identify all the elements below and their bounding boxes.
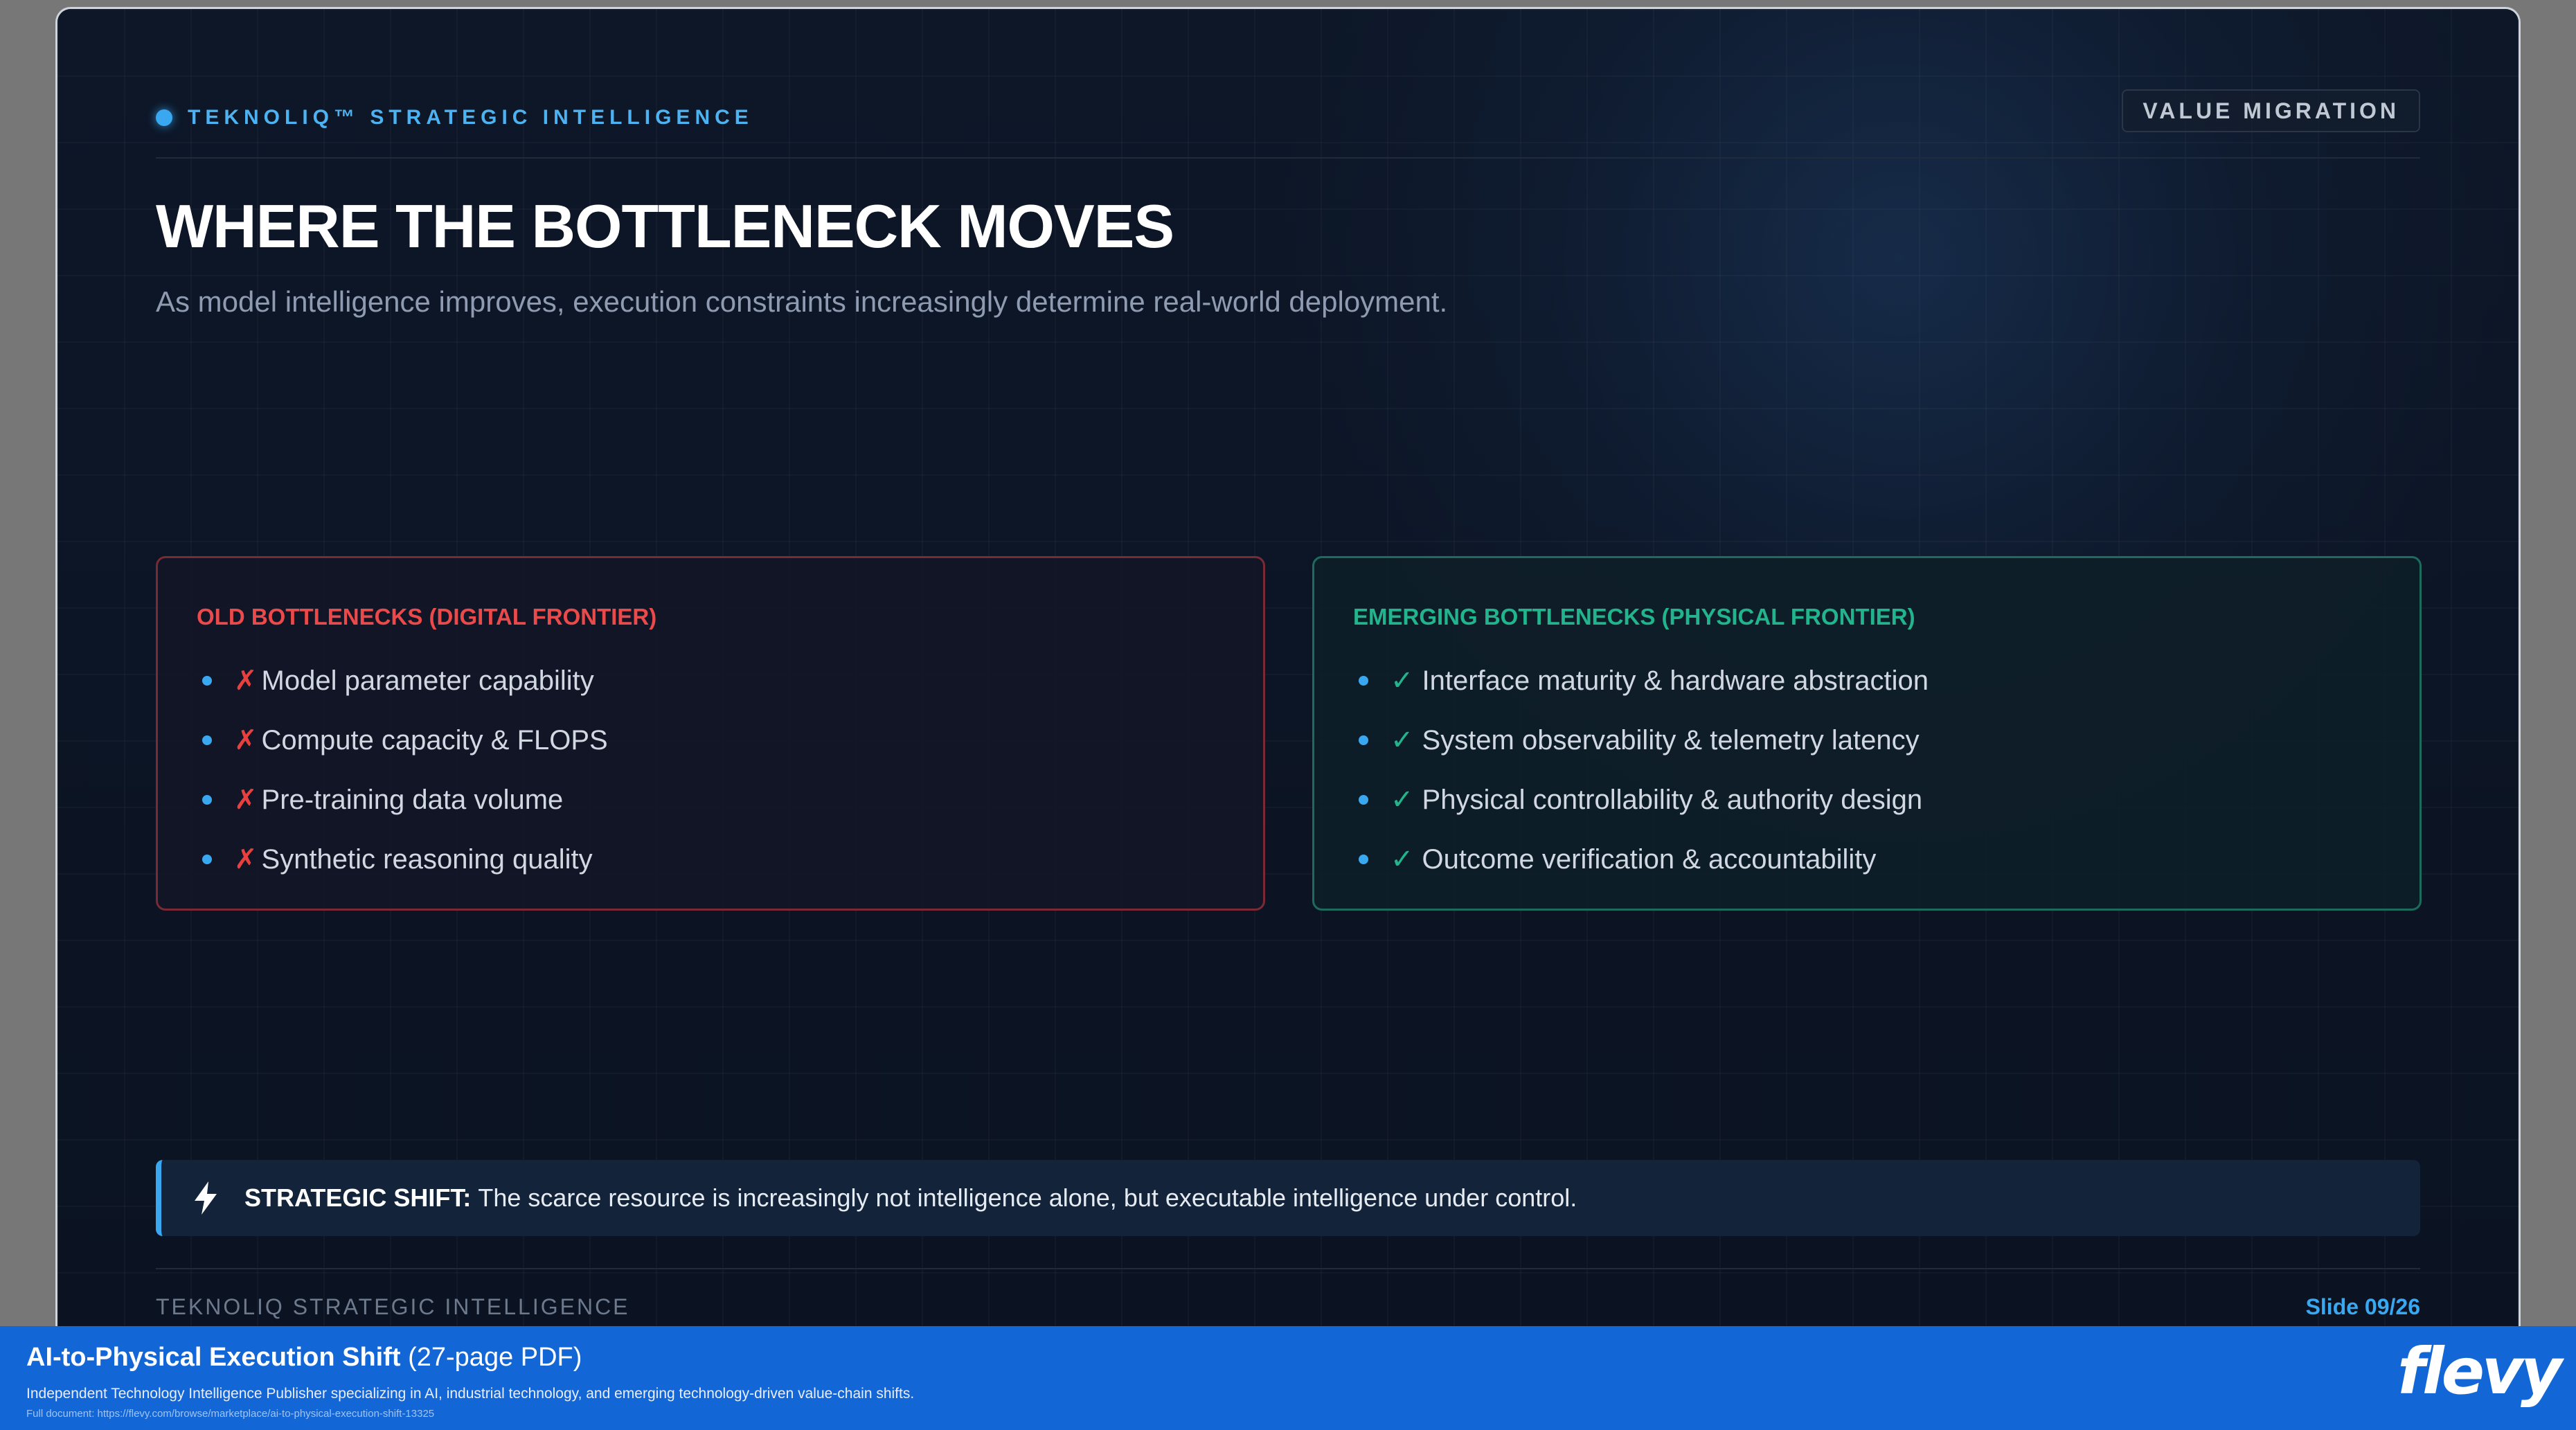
slide-title: WHERE THE BOTTLENECK MOVES xyxy=(156,192,1174,260)
list-item-label: Physical controllability & authority des… xyxy=(1422,784,1923,815)
brand-label: TEKNOLIQ™ STRATEGIC INTELLIGENCE xyxy=(188,106,753,129)
slide-subtitle: As model intelligence improves, executio… xyxy=(156,285,1448,318)
bullet-icon xyxy=(202,795,212,805)
bullet-icon xyxy=(202,855,212,864)
callout-text: The scarce resource is increasingly not … xyxy=(478,1183,1577,1212)
banner-document-name: AI-to-Physical Execution Shift xyxy=(26,1343,401,1372)
cross-icon: ✗ xyxy=(234,665,258,696)
footer-divider xyxy=(156,1268,2420,1269)
bullet-icon xyxy=(1359,855,1368,864)
list-item-label: Compute capacity & FLOPS xyxy=(261,724,608,756)
list-item: ✓ Physical controllability & authority d… xyxy=(1353,770,2381,830)
list-item: ✓ Outcome verification & accountability xyxy=(1353,830,2381,889)
screen: TEKNOLIQ™ STRATEGIC INTELLIGENCE VALUE M… xyxy=(0,0,2576,1430)
cross-icon: ✗ xyxy=(234,785,258,815)
list-item-label: Interface maturity & hardware abstractio… xyxy=(1422,665,1929,696)
cross-icon: ✗ xyxy=(234,725,258,756)
list-item: ✗ Pre-training data volume xyxy=(197,770,1224,830)
banner-link[interactable]: Full document: https://flevy.com/browse/… xyxy=(26,1408,434,1420)
list-item-label: Pre-training data volume xyxy=(261,784,564,815)
brand: TEKNOLIQ™ STRATEGIC INTELLIGENCE xyxy=(156,100,753,135)
list-item: ✗ Model parameter capability xyxy=(197,651,1224,710)
banner-page-count: (27-page PDF) xyxy=(408,1343,582,1372)
list-item: ✗ Synthetic reasoning quality xyxy=(197,830,1224,889)
bullet-icon xyxy=(1359,676,1368,686)
section-tag: VALUE MIGRATION xyxy=(2122,89,2420,132)
list-item-label: Model parameter capability xyxy=(261,665,594,696)
header-divider xyxy=(156,157,2420,159)
banner-title[interactable]: AI-to-Physical Execution Shift (27-page … xyxy=(26,1343,582,1373)
footer-brand: TEKNOLIQ STRATEGIC INTELLIGENCE xyxy=(156,1294,630,1319)
check-icon: ✓ xyxy=(1390,844,1414,875)
list-item: ✓ System observability & telemetry laten… xyxy=(1353,710,2381,770)
check-icon: ✓ xyxy=(1390,785,1414,815)
old-bottlenecks-card: OLD BOTTLENECKS (DIGITAL FRONTIER) ✗ Mod… xyxy=(156,556,1265,911)
emerging-bottlenecks-list: ✓ Interface maturity & hardware abstract… xyxy=(1353,651,2381,889)
strategic-shift-callout: STRATEGIC SHIFT: The scarce resource is … xyxy=(156,1160,2420,1236)
list-item-label: System observability & telemetry latency xyxy=(1422,724,1920,756)
flevy-logo[interactable]: flevy xyxy=(2397,1340,2562,1404)
old-bottlenecks-list: ✗ Model parameter capability ✗ Compute c… xyxy=(197,651,1224,889)
bullet-icon xyxy=(1359,795,1368,805)
list-item: ✗ Compute capacity & FLOPS xyxy=(197,710,1224,770)
slide-content: TEKNOLIQ™ STRATEGIC INTELLIGENCE VALUE M… xyxy=(156,9,2422,1326)
banner-description: Independent Technology Intelligence Publ… xyxy=(26,1386,915,1402)
lightning-icon xyxy=(195,1181,217,1215)
check-icon: ✓ xyxy=(1390,725,1414,756)
list-item: ✓ Interface maturity & hardware abstract… xyxy=(1353,651,2381,710)
emerging-bottlenecks-title: EMERGING BOTTLENECKS (PHYSICAL FRONTIER) xyxy=(1353,604,1915,629)
document-banner: AI-to-Physical Execution Shift (27-page … xyxy=(0,1326,2576,1430)
cross-icon: ✗ xyxy=(234,844,258,875)
brand-dot-icon xyxy=(156,109,172,126)
list-item-label: Outcome verification & accountability xyxy=(1422,843,1877,875)
bullet-icon xyxy=(202,735,212,745)
old-bottlenecks-title: OLD BOTTLENECKS (DIGITAL FRONTIER) xyxy=(197,604,657,629)
list-item-label: Synthetic reasoning quality xyxy=(261,843,593,875)
check-icon: ✓ xyxy=(1390,665,1414,696)
bullet-icon xyxy=(1359,735,1368,745)
bullet-icon xyxy=(202,676,212,686)
slide-number: Slide 09/26 xyxy=(2305,1294,2420,1319)
callout-label: STRATEGIC SHIFT: xyxy=(244,1183,472,1212)
emerging-bottlenecks-card: EMERGING BOTTLENECKS (PHYSICAL FRONTIER)… xyxy=(1312,556,2422,911)
slide: TEKNOLIQ™ STRATEGIC INTELLIGENCE VALUE M… xyxy=(55,7,2521,1326)
